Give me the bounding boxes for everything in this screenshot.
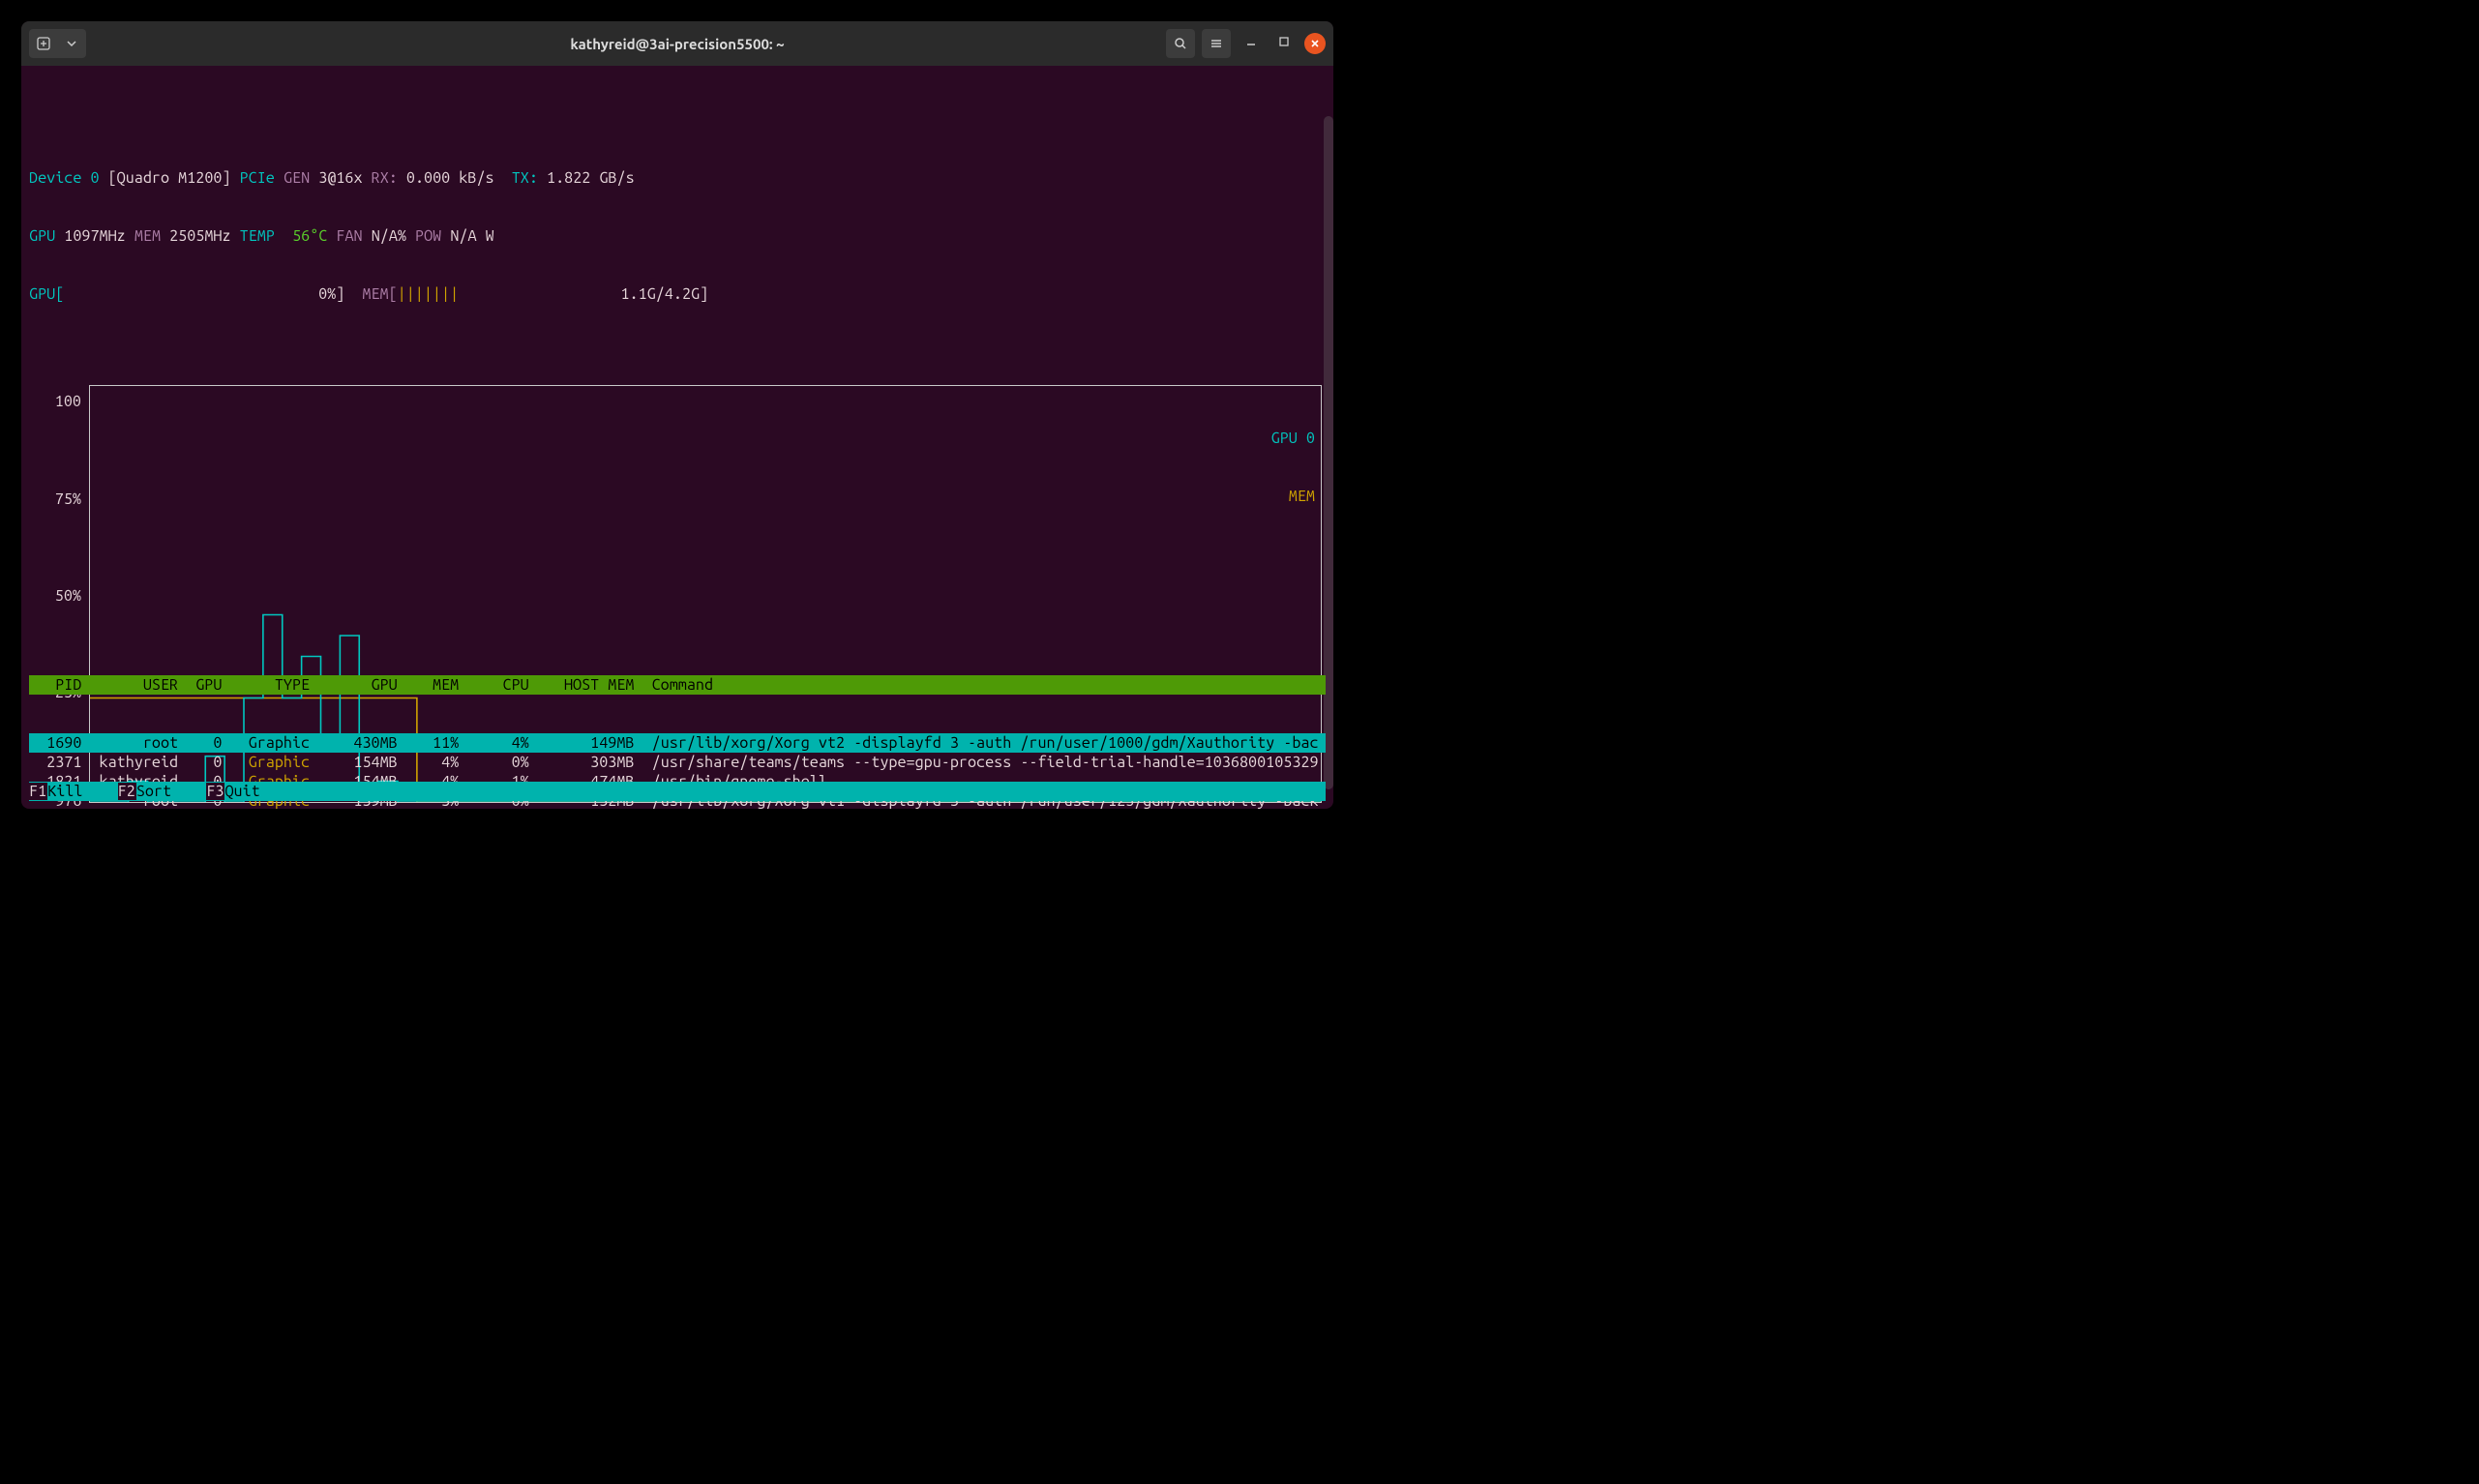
new-tab-button[interactable]	[29, 29, 58, 58]
f1-key: F1	[29, 783, 47, 800]
window-title: kathyreid@3ai-precision5500: ~	[21, 36, 1333, 52]
f3-action[interactable]: Quit	[224, 783, 1333, 800]
table-row[interactable]: 2371 kathyreid 0 Graphic 154MB 4% 0% 303…	[29, 753, 1326, 772]
terminal-window: kathyreid@3ai-precision5500: ~	[21, 21, 1333, 809]
footer-bar: F1Kill F2Sort F3Quit	[29, 782, 1326, 801]
hamburger-menu-button[interactable]	[1202, 29, 1231, 58]
table-header[interactable]: PID USER GPU TYPE GPU MEM CPU HOST MEM C…	[29, 675, 1326, 695]
f2-key: F2	[118, 783, 136, 800]
titlebar: kathyreid@3ai-precision5500: ~	[21, 21, 1333, 66]
tab-menu-button[interactable]	[57, 29, 86, 58]
f3-key: F3	[206, 783, 224, 800]
table-row[interactable]: 1690 root 0 Graphic 430MB 11% 4% 149MB /…	[29, 733, 1326, 753]
minimize-button[interactable]	[1239, 35, 1264, 52]
f2-action[interactable]: Sort	[136, 783, 207, 800]
maximize-button[interactable]	[1271, 35, 1297, 52]
search-button[interactable]	[1166, 29, 1195, 58]
header-line-3: GPU[0%] MEM[|||||||1.1G/4.2G]	[29, 284, 1326, 304]
header-line-1: Device 0 [Quadro M1200] PCIe GEN 3@16x R…	[29, 168, 1326, 188]
header-line-2: GPU 1097MHz MEM 2505MHz TEMP 56°C FAN N/…	[29, 226, 1326, 246]
close-button[interactable]	[1304, 33, 1326, 54]
terminal-body[interactable]: Device 0 [Quadro M1200] PCIe GEN 3@16x R…	[21, 66, 1333, 809]
f1-action[interactable]: Kill	[47, 783, 118, 800]
